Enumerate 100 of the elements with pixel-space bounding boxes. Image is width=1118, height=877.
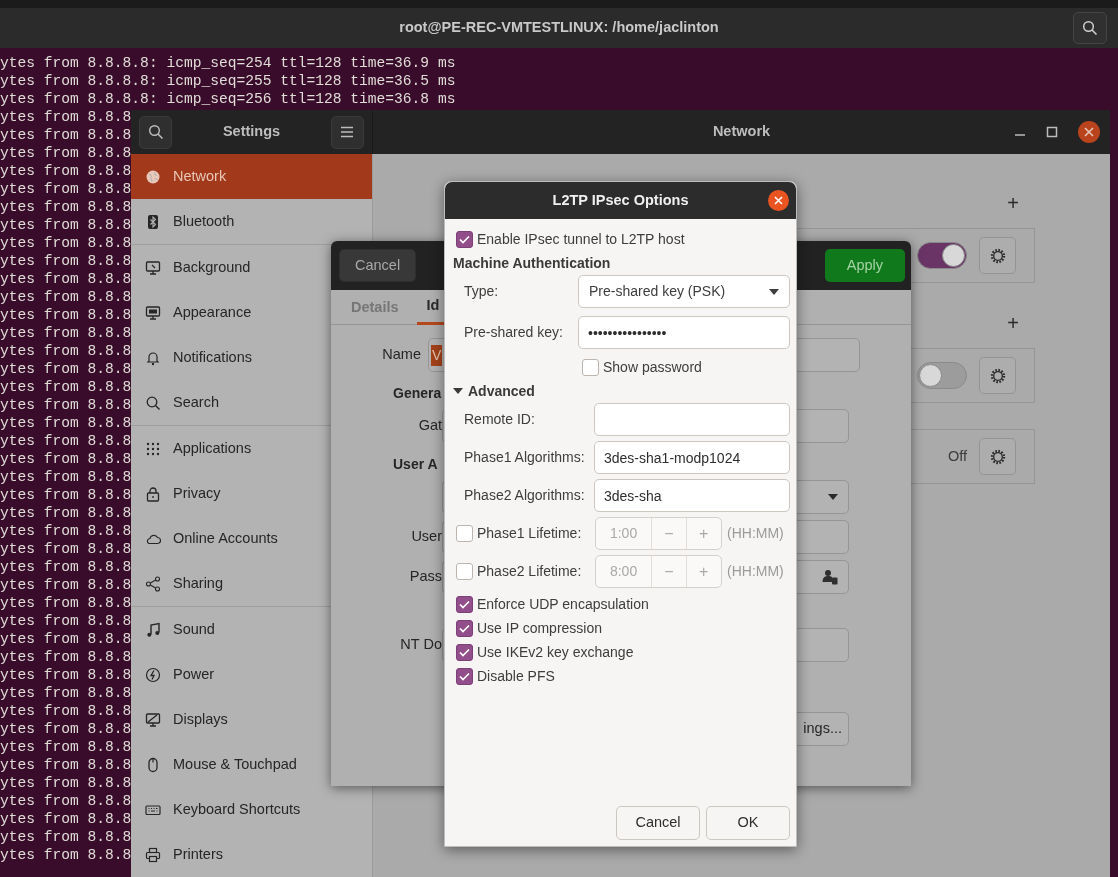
- terminal-line: ytes from 8.8.8: [0, 306, 132, 324]
- terminal-line: ytes from 8.8.8: [0, 774, 132, 792]
- section-heading: User A: [393, 454, 438, 474]
- input-field[interactable]: 3des-sha: [594, 479, 790, 512]
- cancel-button[interactable]: Cancel: [339, 249, 417, 282]
- sidebar-item[interactable]: Network: [131, 154, 372, 199]
- terminal-line: ytes from 8.8.8: [0, 216, 132, 234]
- search-icon: [1082, 20, 1098, 36]
- add-button[interactable]: +: [1001, 309, 1035, 335]
- terminal-line: ytes from 8.8.8: [0, 612, 132, 630]
- monitor-icon: [145, 304, 161, 321]
- terminal-line: ytes from 8.8.8: [0, 630, 132, 648]
- printer-icon: [145, 846, 161, 863]
- search-icon: [145, 394, 161, 411]
- mouse-icon: [145, 756, 161, 773]
- terminal-line: ytes from 8.8.8: [0, 558, 132, 576]
- input-field[interactable]: 3des-sha1-modp1024: [594, 441, 790, 474]
- terminal-line: ytes from 8.8.8.8: icmp_seq=255 ttl=128 time=36.5 ms: [0, 72, 456, 90]
- terminal-line: ytes from 8.8.8: [0, 198, 132, 216]
- field-label: NT Do: [399, 635, 442, 655]
- page-title: Network: [712, 122, 771, 142]
- ok-button[interactable]: OK: [706, 806, 790, 840]
- field-label: Gat: [417, 416, 442, 436]
- checkbox-label: Enforce UDP encapsulation: [477, 594, 649, 614]
- expander-icon[interactable]: [453, 386, 463, 396]
- checkbox[interactable]: [456, 643, 473, 661]
- input-field[interactable]: [594, 403, 790, 436]
- checkbox[interactable]: [456, 230, 473, 248]
- password-field[interactable]: ••••••••••••••••: [578, 316, 790, 349]
- close-icon[interactable]: [768, 190, 789, 211]
- check-icon: [459, 599, 470, 609]
- sidebar-item[interactable]: Printers: [131, 832, 372, 877]
- terminal-line: ytes from 8.8.8: [0, 720, 132, 738]
- close-icon[interactable]: [1078, 121, 1100, 143]
- checkbox-label: Phase1 Lifetime:: [477, 524, 582, 543]
- settings-button[interactable]: [979, 438, 1016, 475]
- terminal-line: ytes from 8.8.8: [0, 162, 132, 180]
- toggle-switch[interactable]: [917, 242, 967, 269]
- terminal-line: ytes from 8.8.8: [0, 702, 132, 720]
- search-button[interactable]: [139, 115, 172, 149]
- checkbox[interactable]: [456, 619, 473, 637]
- checkbox[interactable]: [456, 525, 473, 542]
- terminal-line: ytes from 8.8.8: [0, 738, 132, 756]
- section-heading: Machine Authentication: [453, 253, 612, 273]
- terminal-line: ytes from 8.8.8: [0, 486, 132, 504]
- add-button[interactable]: +: [1001, 189, 1035, 215]
- cancel-button[interactable]: Cancel: [616, 806, 700, 840]
- checkbox[interactable]: [456, 563, 473, 580]
- terminal-line: ytes from 8.8.8: [0, 378, 132, 396]
- search-icon: [147, 124, 164, 140]
- power-icon: [145, 666, 161, 683]
- maximize-icon[interactable]: [1046, 126, 1058, 138]
- terminal-line: ytes from 8.8.8: [0, 144, 132, 162]
- terminal-line: ytes from 8.8.8: [0, 792, 132, 810]
- terminal-line: ytes from 8.8.8: [0, 234, 132, 252]
- lock-icon: [145, 485, 161, 502]
- field-label: Phase1 Algorithms:: [463, 448, 586, 467]
- check-icon: [459, 234, 470, 244]
- terminal-line: ytes from 8.8.8: [0, 846, 132, 864]
- field-label: Pre-shared key:: [463, 323, 564, 342]
- dialog-title: L2TP IPsec Options: [552, 190, 689, 210]
- monitor-icon: [145, 259, 161, 276]
- field-label: Type:: [463, 282, 500, 301]
- terminal-line: ytes from 8.8.8: [0, 684, 132, 702]
- terminal-line: ytes from 8.8.8: [0, 252, 132, 270]
- section-heading: Genera: [393, 383, 442, 403]
- terminal-line: ytes from 8.8.8: [0, 594, 132, 612]
- settings-button[interactable]: [979, 357, 1016, 394]
- checkbox[interactable]: [582, 358, 599, 376]
- caret-icon: [828, 494, 838, 500]
- terminal-line: ytes from 8.8.8: [0, 810, 132, 828]
- checkbox[interactable]: [456, 667, 473, 685]
- checkbox-label: Enable IPsec tunnel to L2TP host: [477, 229, 685, 249]
- dropdown[interactable]: Pre-shared key (PSK): [578, 275, 790, 308]
- terminal-line: ytes from 8.8.8: [0, 540, 132, 558]
- search-button[interactable]: [1073, 12, 1107, 44]
- toggle-switch[interactable]: [917, 362, 967, 389]
- settings-button[interactable]: [979, 237, 1016, 274]
- sidebar-item[interactable]: Bluetooth: [131, 199, 372, 244]
- sidebar-item[interactable]: Keyboard Shortcuts: [131, 787, 372, 832]
- terminal-line: ytes from 8.8.8: [0, 288, 132, 306]
- window-title: Settings: [222, 122, 281, 142]
- terminal-line: ytes from 8.8.8: [0, 828, 132, 846]
- terminal-line: ytes from 8.8.8: [0, 756, 132, 774]
- checkbox[interactable]: [456, 595, 473, 613]
- terminal-line: ytes from 8.8.8: [0, 324, 132, 342]
- checkbox-label: Use IP compression: [477, 618, 602, 638]
- bluetooth-icon: [145, 213, 161, 230]
- caret-icon: [769, 288, 779, 295]
- share-icon: [145, 575, 161, 592]
- grid-icon: [145, 440, 161, 457]
- field-label: Phase2 Algorithms:: [463, 486, 586, 505]
- checkbox-label: Phase2 Lifetime:: [477, 562, 582, 581]
- unit-label: (HH:MM): [727, 524, 784, 543]
- checkbox-label: Disable PFS: [477, 666, 555, 686]
- terminal-line: ytes from 8.8.8.8: icmp_seq=256 ttl=128 time=36.8 ms: [0, 90, 456, 108]
- terminal-line: ytes from 8.8.8: [0, 576, 132, 594]
- terminal-line: ytes from 8.8.8: [0, 504, 132, 522]
- terminal-line: ytes from 8.8.8: [0, 468, 132, 486]
- menu-button[interactable]: [331, 115, 364, 149]
